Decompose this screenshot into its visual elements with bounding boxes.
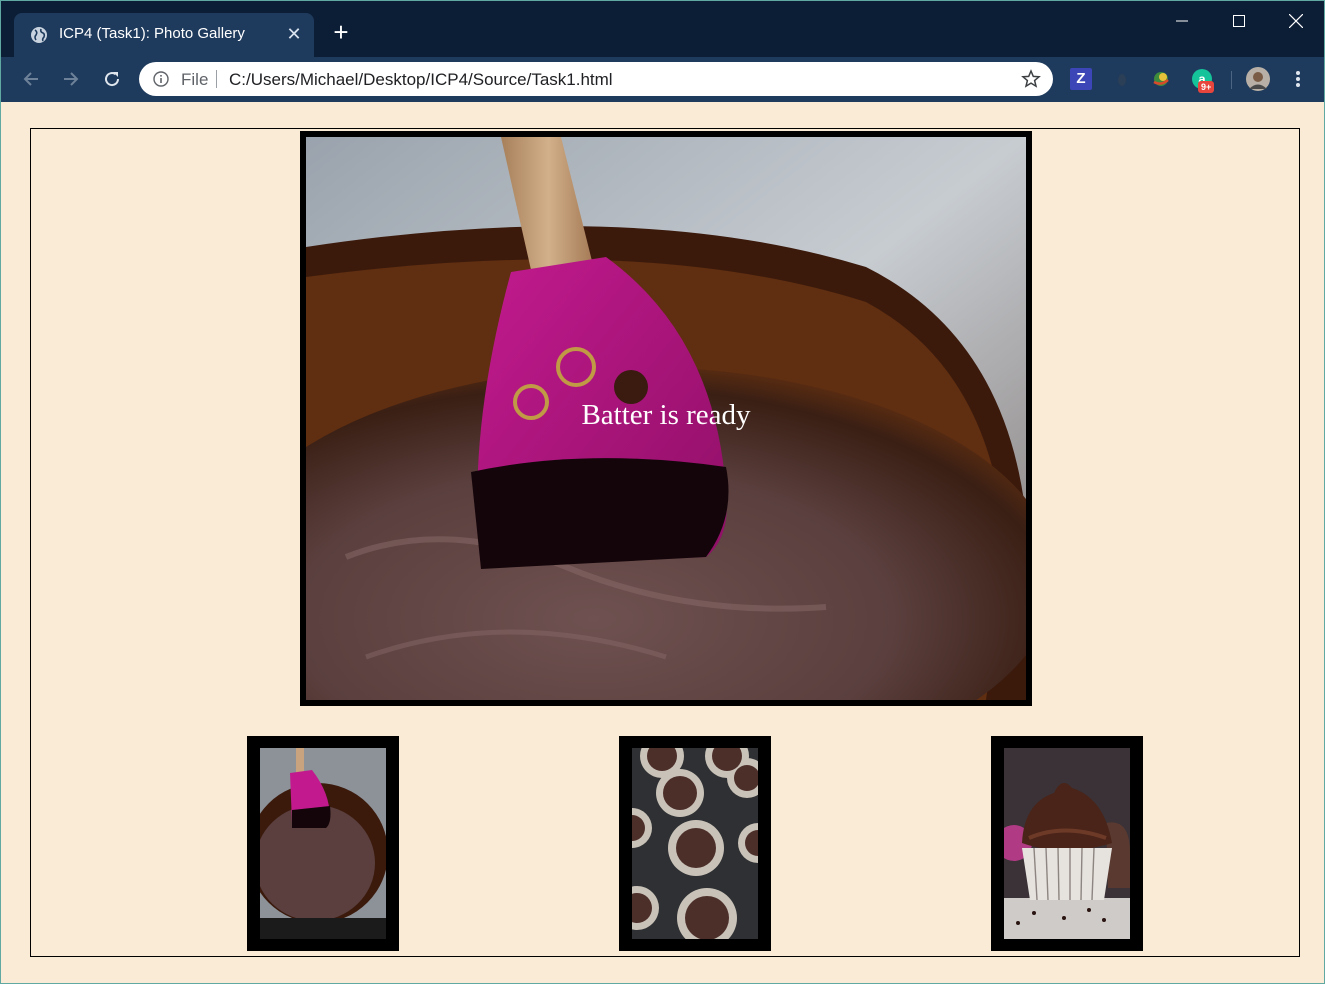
- browser-window: ICP4 (Task1): Photo Gallery ✕ + File C:/…: [0, 0, 1325, 984]
- back-button[interactable]: [19, 67, 43, 91]
- zotero-extension-icon[interactable]: Z: [1070, 68, 1092, 90]
- bug-extension-icon[interactable]: [1111, 68, 1133, 90]
- info-icon[interactable]: [153, 71, 169, 87]
- arrow-left-icon: [23, 72, 38, 86]
- kebab-menu-icon[interactable]: [1288, 68, 1308, 90]
- toolbar-divider: [1231, 71, 1232, 89]
- thumbnail-batter-bowl[interactable]: [247, 736, 399, 951]
- minimize-icon: [1175, 20, 1188, 22]
- thumbnail-image: [632, 748, 758, 939]
- window-controls: [1153, 1, 1324, 41]
- address-divider: [216, 70, 217, 88]
- photo-gallery: Batter is ready: [30, 128, 1300, 957]
- thumbnail-muffin-tin[interactable]: [619, 736, 771, 951]
- preview-image-frame: Batter is ready: [300, 131, 1032, 706]
- close-icon: [1288, 14, 1303, 28]
- tab-title: ICP4 (Task1): Photo Gallery: [59, 25, 245, 42]
- maximize-icon: [1232, 15, 1245, 27]
- tab-strip: ICP4 (Task1): Photo Gallery ✕ +: [1, 1, 1324, 57]
- profile-avatar[interactable]: [1246, 67, 1270, 91]
- thumbnail-image: [1004, 748, 1130, 939]
- notification-badge: 9+: [1198, 81, 1215, 93]
- site-security-label[interactable]: File: [181, 70, 208, 90]
- close-window-button[interactable]: [1267, 1, 1324, 41]
- preview-caption: Batter is ready: [581, 399, 751, 431]
- star-icon[interactable]: [1021, 69, 1041, 89]
- thumbnail-image: [260, 748, 386, 939]
- globe-icon: [31, 27, 47, 43]
- reload-icon: [105, 72, 120, 87]
- url-text[interactable]: C:/Users/Michael/Desktop/ICP4/Source/Tas…: [229, 70, 613, 90]
- browser-toolbar: File C:/Users/Michael/Desktop/ICP4/Sourc…: [1, 57, 1324, 102]
- tab-photo-gallery[interactable]: ICP4 (Task1): Photo Gallery ✕: [14, 13, 314, 57]
- reload-button[interactable]: [100, 67, 124, 91]
- new-tab-button[interactable]: +: [329, 19, 353, 45]
- minimize-button[interactable]: [1153, 1, 1210, 41]
- thumbnail-cupcake[interactable]: [991, 736, 1143, 951]
- address-bar[interactable]: File C:/Users/Michael/Desktop/ICP4/Sourc…: [139, 62, 1053, 96]
- maximize-button[interactable]: [1210, 1, 1267, 41]
- arrow-right-icon: [64, 72, 79, 86]
- colorful-extension-icon[interactable]: [1150, 68, 1172, 90]
- forward-button[interactable]: [59, 67, 83, 91]
- close-tab-icon[interactable]: ✕: [286, 23, 302, 45]
